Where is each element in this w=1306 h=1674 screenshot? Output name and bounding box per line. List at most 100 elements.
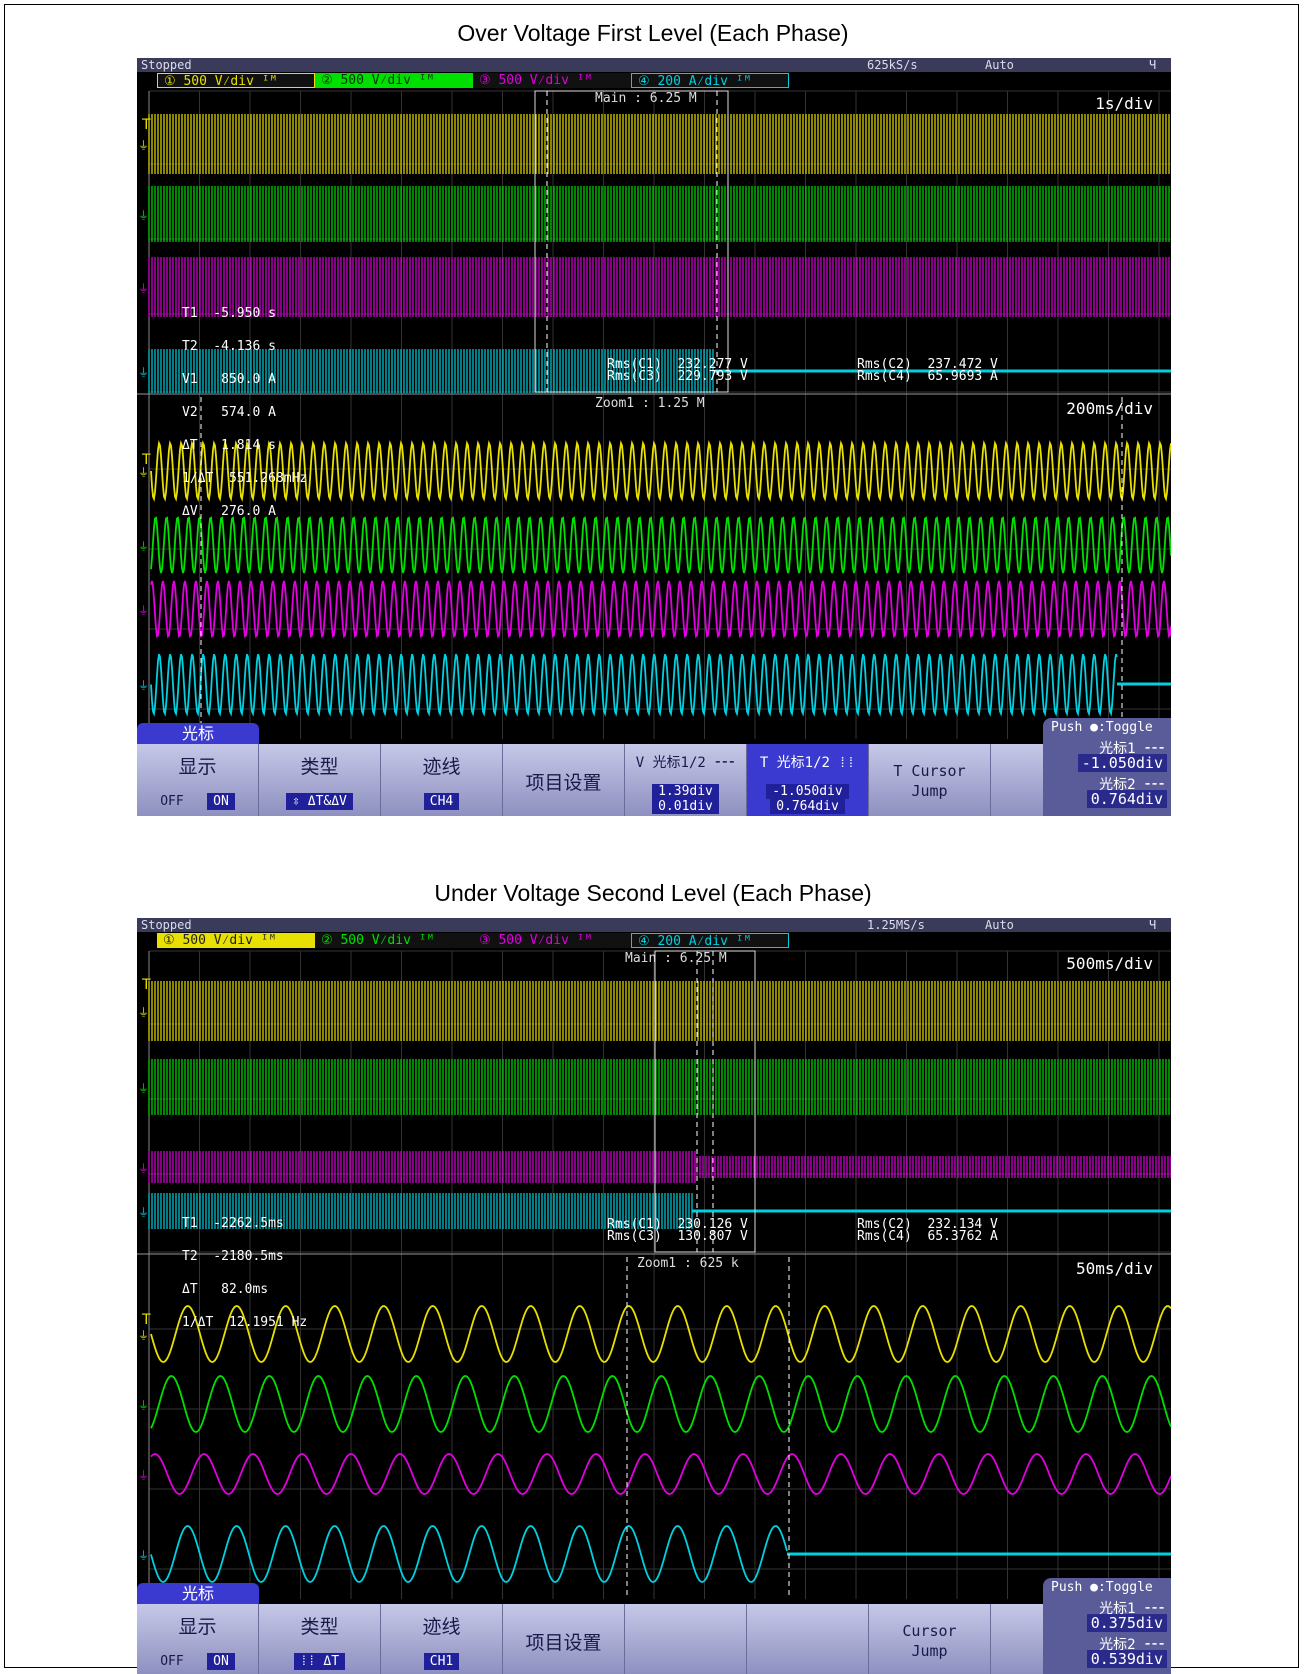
item-settings-label: 项目设置: [525, 772, 602, 794]
ch4-scale-badge[interactable]: ④ 200 A⁄div ᴵᴹ: [631, 73, 789, 89]
ch4-zoom-trace: [150, 653, 1118, 717]
status-bar: Stopped 625kS/s Auto Ч: [137, 58, 1171, 72]
acquisition-state: Stopped: [141, 918, 192, 932]
readout-v1: V1 850.0 A: [182, 372, 276, 387]
panel2-caption: Under Voltage Second Level (Each Phase): [434, 880, 872, 906]
cursor2-value: 0.539div: [1086, 1650, 1167, 1668]
empty-softkey-2[interactable]: [747, 1604, 869, 1674]
zoom-record-label: Zoom1 : 625 k: [637, 1256, 739, 1271]
rms-c3: Rms(C3) 229.793 V: [607, 369, 748, 384]
cursor2-value: 0.764div: [1086, 790, 1167, 808]
empty-softkey-1[interactable]: [625, 1604, 747, 1674]
oscilloscope-screen-2: Stopped 1.25MS/s Auto Ч ① 500 V⁄div ᴵᴹ ②…: [137, 918, 1171, 1674]
cursor1-value: 0.375div: [1086, 1614, 1167, 1632]
trigger-marker-zoom: T: [141, 1312, 151, 1328]
t-cursor-select[interactable]: T 光标1/2 ⁞⁞ -1.050div 0.764div: [747, 744, 869, 816]
push-toggle-hint: Push ●:Toggle: [1051, 1580, 1153, 1595]
readout-t2: T2 -2180.5ms: [182, 1249, 284, 1264]
ch1-scale-badge[interactable]: ① 500 V⁄div ᴵᴹ: [157, 933, 315, 948]
ch4-scale-badge[interactable]: ④ 200 A⁄div ᴵᴹ: [631, 933, 789, 949]
t-cursor-1-value: -1.050div: [766, 784, 849, 799]
trace-label: 迹线: [422, 1616, 461, 1638]
ch3-band: [148, 1151, 1171, 1183]
display-toggle[interactable]: 显示 OFF ON: [137, 744, 259, 816]
cursor-readout: T1 -5.950 s T2 -4.136 s V1 850.0 A V2 57…: [182, 286, 307, 539]
trigger-marker: T: [141, 977, 151, 993]
ch2-scale-badge[interactable]: ② 500 V⁄div ᴵᴹ: [315, 933, 473, 948]
trace-value: CH4: [423, 793, 460, 810]
rms-c4: Rms(C4) 65.9693 A: [857, 369, 998, 384]
item-settings-button[interactable]: 项目设置: [503, 1604, 625, 1674]
jump-label-1: Cursor: [902, 1622, 957, 1640]
v-cursor-select[interactable]: V 光标1/2 ⁃⁃⁃ 1.39div 0.01div: [625, 744, 747, 816]
display-label: 显示: [178, 756, 217, 778]
v-cursor-1-value: 1.39div: [652, 784, 719, 799]
ch4-zoom-trace: [150, 1525, 788, 1583]
cursor-knob-panel[interactable]: Push ●:Toggle 光标1 ⁃⁃⁃ -1.050div 光标2 ⁃⁃⁃ …: [1043, 718, 1171, 816]
cursor-menu-bar: 光标 显示 OFF ON 类型 ⁞⁞ ΔT 迹线 CH1 项目设置 Cursor…: [137, 1578, 1171, 1674]
ch2-ground-icon: ⏚: [138, 1399, 149, 1412]
cursor-readout: T1 -2262.5ms T2 -2180.5ms ΔT 82.0ms 1/ΔT…: [182, 1196, 307, 1350]
trace-select[interactable]: 迹线 CH1: [381, 1604, 503, 1674]
cursor-jump-button[interactable]: Cursor Jump: [869, 1604, 991, 1674]
ch2-ground-icon: ⏚: [138, 209, 149, 222]
trace-select[interactable]: 迹线 CH4: [381, 744, 503, 816]
readout-t2: T2 -4.136 s: [182, 339, 276, 354]
ch2-scale-badge[interactable]: ② 500 V⁄div ᴵᴹ: [315, 73, 473, 88]
display-off[interactable]: OFF: [160, 1654, 183, 1669]
ch4-ground-icon: ⏚: [138, 1206, 149, 1219]
t-cursor-jump-button[interactable]: T Cursor Jump: [869, 744, 991, 816]
cursor-knob-panel[interactable]: Push ●:Toggle 光标1 ⁃⁃⁃ 0.375div 光标2 ⁃⁃⁃ 0…: [1043, 1578, 1171, 1674]
readout-inv-dt: 1/ΔT 12.1951 Hz: [182, 1315, 308, 1330]
display-on[interactable]: ON: [207, 793, 235, 810]
ch1-ground-icon: ⏚: [138, 1006, 149, 1019]
ch4-ground-icon: ⏚: [138, 366, 149, 379]
t-cursor-2-value: 0.764div: [770, 799, 845, 814]
tab-cursor[interactable]: 光标: [137, 1583, 259, 1604]
push-toggle-hint: Push ●:Toggle: [1051, 720, 1153, 735]
t-cursor-label: T 光标1/2 ⁞⁞: [759, 755, 856, 771]
ch1-scale-badge[interactable]: ① 500 V⁄div ᴵᴹ: [157, 73, 315, 89]
sample-rate: 1.25MS/s: [867, 918, 925, 932]
display-on[interactable]: ON: [207, 1653, 235, 1670]
type-label: 类型: [300, 1616, 339, 1638]
type-select[interactable]: 类型 ⇳ ΔT&ΔV: [259, 744, 381, 816]
jump-label-2: Jump: [911, 782, 948, 800]
ch3-ground-icon: ⏚: [138, 1162, 149, 1175]
readout-t1: T1 -2262.5ms: [182, 1216, 284, 1231]
ch1-band: [148, 114, 1170, 174]
type-value: ⇳ ΔT&ΔV: [286, 793, 353, 810]
sample-rate: 625kS/s: [867, 58, 918, 72]
trigger-marker: T: [141, 117, 151, 133]
cursor-menu-bar: 光标 显示 OFF ON 类型 ⇳ ΔT&ΔV 迹线 CH4 项目设置 V 光标…: [137, 718, 1171, 816]
type-label: 类型: [300, 756, 339, 778]
tab-cursor[interactable]: 光标: [137, 723, 259, 744]
readout-dt: ΔT 82.0ms: [182, 1282, 269, 1297]
ch3-scale-badge[interactable]: ③ 500 V⁄div ᴵᴹ: [473, 73, 631, 88]
ch3-scale-badge[interactable]: ③ 500 V⁄div ᴵᴹ: [473, 933, 631, 948]
ch3-ground-icon: ⏚: [138, 1469, 149, 1482]
ch2-ground-icon: ⏚: [138, 1082, 149, 1095]
zoom-timebase: 200ms/div: [1066, 399, 1153, 418]
jump-label-1: T Cursor: [893, 762, 966, 780]
trigger-mode: Auto: [985, 58, 1014, 72]
ch1-ground-icon: ⏚: [138, 1329, 149, 1342]
zoom-timebase: 50ms/div: [1075, 1259, 1153, 1278]
display-toggle[interactable]: 显示 OFF ON: [137, 1604, 259, 1674]
ch2-ground-icon: ⏚: [138, 540, 149, 553]
readout-t1: T1 -5.950 s: [182, 306, 276, 321]
type-select[interactable]: 类型 ⁞⁞ ΔT: [259, 1604, 381, 1674]
readout-v2: V2 574.0 A: [182, 405, 276, 420]
item-settings-button[interactable]: 项目设置: [503, 744, 625, 816]
ch3-zoom-trace: [150, 580, 1171, 639]
v-cursor-label: V 光标1/2 ⁃⁃⁃: [635, 755, 736, 771]
item-settings-label: 项目设置: [525, 1632, 602, 1654]
main-record-label: Main : 6.25 M: [595, 91, 697, 106]
display-off[interactable]: OFF: [160, 794, 183, 809]
status-bar: Stopped 1.25MS/s Auto Ч: [137, 918, 1171, 932]
zoom-record-label: Zoom1 : 1.25 M: [595, 396, 705, 411]
display-label: 显示: [178, 1616, 217, 1638]
ch4-ground-icon: ⏚: [138, 1549, 149, 1562]
ch4-ground-icon: ⏚: [138, 679, 149, 692]
ch3-ground-icon: ⏚: [138, 604, 149, 617]
